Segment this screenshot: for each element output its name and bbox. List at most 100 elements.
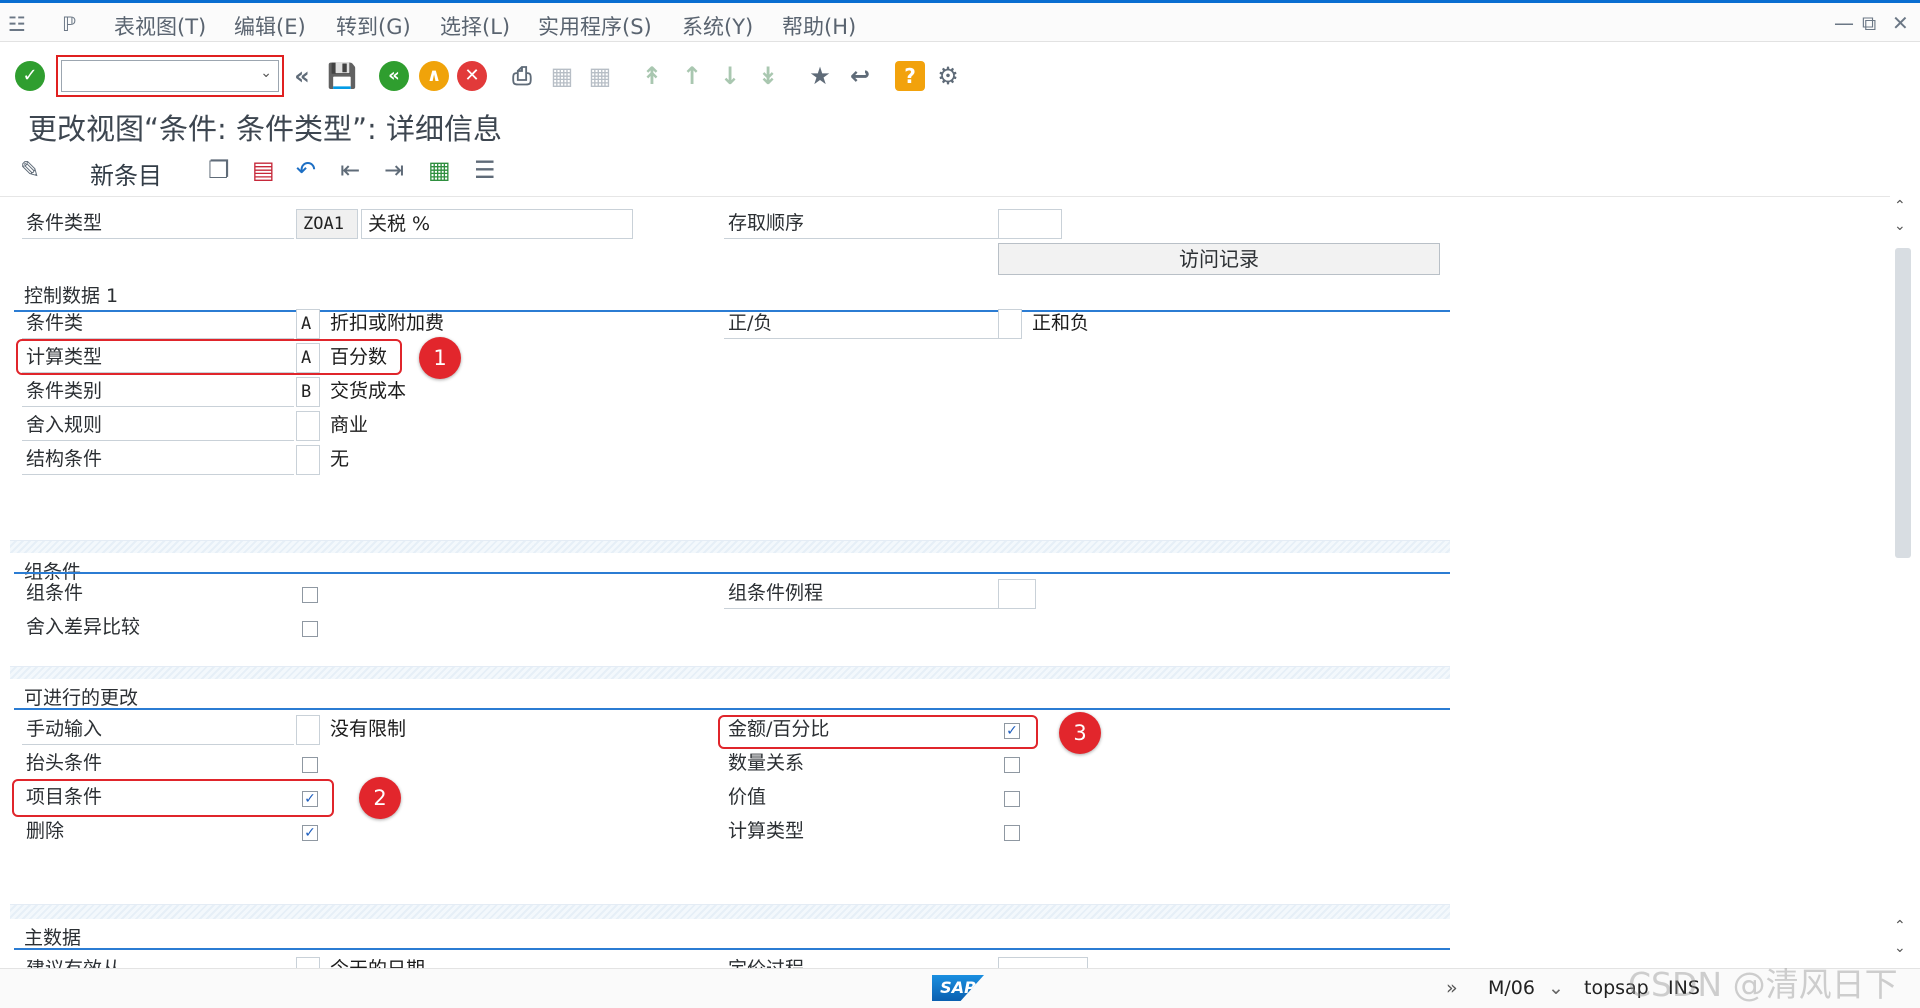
menu-goto[interactable]: 转到(G) [336, 11, 411, 41]
annotation-badge-1: 1 [419, 337, 461, 379]
access-sequence-label: 存取顺序 [724, 209, 998, 239]
group-routine-field[interactable] [998, 579, 1036, 609]
value-label: 价值 [728, 786, 767, 808]
structure-condition-label: 结构条件 [22, 445, 294, 475]
manual-entry-label: 手动输入 [22, 715, 294, 745]
shortcut-icon[interactable]: ↩ [844, 60, 876, 92]
separator [10, 667, 1450, 679]
delete-icon[interactable]: ▤ [252, 156, 275, 184]
save-icon[interactable]: 💾 [326, 60, 358, 92]
help-icon[interactable]: ? [894, 60, 926, 92]
scroll-thumb[interactable] [1895, 248, 1911, 558]
sap-p-icon[interactable]: ℙ [62, 12, 76, 36]
exit-icon[interactable]: ∧ [418, 60, 450, 92]
print-icon[interactable]: ⎙ [506, 60, 538, 92]
restore-icon[interactable]: ⧉ [1862, 11, 1876, 35]
menu-system[interactable]: 系统(Y) [682, 11, 753, 41]
transport-icon[interactable]: ▦ [428, 156, 451, 184]
standard-toolbar: ✓ ⌄ « 💾 « ∧ ✕ ⎙ ▦ ▦ ↟ ↑ ↓ ↡ ★ ↩ ? ⚙ [0, 50, 1920, 106]
chevron-down-icon[interactable]: ⌄ [260, 65, 272, 81]
command-field[interactable]: ⌄ [61, 60, 279, 92]
scroll-up-bottom-icon[interactable]: ⌃ [1894, 918, 1906, 934]
menu-edit[interactable]: 编辑(E) [234, 11, 306, 41]
structure-condition-text: 无 [330, 448, 350, 470]
vertical-scrollbar[interactable]: ⌃ ⌄ ⌃ ⌄ [1892, 196, 1914, 968]
rounding-diff-checkbox[interactable] [302, 621, 318, 637]
condition-category-field[interactable]: B [296, 377, 320, 407]
condition-type-label: 条件类型 [22, 209, 294, 239]
rounding-rule-label: 舍入规则 [22, 411, 294, 441]
condition-category-text: 交货成本 [330, 380, 407, 402]
cancel-icon[interactable]: ✕ [456, 60, 488, 92]
annotation-highlight-1 [16, 339, 402, 375]
calc-type-change-checkbox[interactable] [1004, 825, 1020, 841]
next-page-icon[interactable]: ↓ [714, 60, 746, 92]
pricing-procedure-field[interactable] [998, 957, 1088, 968]
group-condition-group: 组条件 [10, 553, 1450, 667]
manual-entry-field[interactable] [296, 715, 320, 745]
condition-class-text: 折扣或附加费 [330, 312, 445, 334]
menu-table-view[interactable]: 表视图(T) [114, 11, 206, 41]
access-sequence-field[interactable] [998, 209, 1062, 239]
menu-utilities[interactable]: 实用程序(S) [538, 11, 652, 41]
group-divider [14, 572, 1450, 574]
menu-bar: ☳ ℙ 表视图(T) 编辑(E) 转到(G) 选择(L) 实用程序(S) 系统(… [0, 0, 1920, 42]
menu-help[interactable]: 帮助(H) [782, 11, 856, 41]
condition-category-label: 条件类别 [22, 377, 294, 407]
close-window-icon[interactable]: ✕ [1892, 11, 1909, 35]
copy-as-icon[interactable]: ❐ [208, 156, 230, 184]
rounding-rule-field[interactable] [296, 411, 320, 441]
enter-icon[interactable]: ✓ [14, 60, 46, 92]
scroll-down-bottom-icon[interactable]: ⌄ [1894, 940, 1906, 956]
detail-screen: 条件类型 ZOA1 关税 % 存取顺序 访问记录 控制数据 1 条件类 A 折扣… [0, 196, 1890, 968]
plus-minus-label: 正/负 [724, 309, 998, 339]
create-session-icon[interactable]: ★ [804, 60, 836, 92]
settings-icon[interactable]: ⚙ [932, 60, 964, 92]
last-page-icon[interactable]: ↡ [752, 60, 784, 92]
group-routine-label: 组条件例程 [724, 579, 998, 609]
structure-condition-field[interactable] [296, 445, 320, 475]
find-icon[interactable]: ▦ [546, 60, 578, 92]
condition-class-field[interactable]: A [296, 309, 320, 339]
condition-type-code-field[interactable]: ZOA1 [296, 209, 358, 239]
back-icon[interactable]: « [378, 60, 410, 92]
quantity-relation-label: 数量关系 [728, 752, 805, 774]
find-next-icon[interactable]: ▦ [584, 60, 616, 92]
prev-page-icon[interactable]: ↑ [676, 60, 708, 92]
valid-from-field[interactable] [296, 957, 320, 968]
session-info[interactable]: M/06 [1488, 977, 1535, 999]
menu-selection[interactable]: 选择(L) [440, 11, 510, 41]
group-condition-checkbox[interactable] [302, 587, 318, 603]
delete-label: 删除 [26, 820, 65, 842]
command-field-highlight: ⌄ [56, 55, 284, 97]
plus-minus-field[interactable] [998, 309, 1022, 339]
chevron-down-icon[interactable]: ⌄ [1548, 977, 1564, 999]
separator [10, 905, 1450, 919]
minimize-icon[interactable]: — [1834, 11, 1854, 35]
undo-icon[interactable]: ↶ [296, 156, 316, 184]
condition-type-name-field[interactable]: 关税 % [361, 209, 633, 239]
scroll-up-icon[interactable]: ⌃ [1894, 198, 1906, 214]
valid-from-label: 建议有效从 [22, 955, 294, 968]
group-condition-label: 组条件 [26, 582, 84, 604]
display-change-icon[interactable]: ✎ [20, 156, 40, 184]
header-condition-checkbox[interactable] [302, 757, 318, 773]
next-entry-icon[interactable]: ⇥ [384, 156, 404, 184]
where-used-icon[interactable]: ☰ [474, 156, 496, 184]
scroll-down-icon[interactable]: ⌄ [1894, 218, 1906, 234]
application-toolbar: ✎ 新条目 ❐ ▤ ↶ ⇤ ⇥ ▦ ☰ [0, 152, 1920, 192]
back-double-icon[interactable]: « [286, 60, 318, 92]
delete-checkbox[interactable]: ✓ [302, 825, 318, 841]
group-title: 控制数据 1 [24, 285, 119, 307]
new-entries-button[interactable]: 新条目 [90, 156, 162, 191]
first-page-icon[interactable]: ↟ [636, 60, 668, 92]
value-checkbox[interactable] [1004, 791, 1020, 807]
expand-status-icon[interactable]: » [1446, 977, 1458, 999]
page-title: 更改视图“条件: 条件类型”: 详细信息 [28, 112, 503, 146]
group-divider [14, 708, 1450, 710]
system-menu-icon[interactable]: ☳ [8, 12, 26, 36]
quantity-relation-checkbox[interactable] [1004, 757, 1020, 773]
previous-entry-icon[interactable]: ⇤ [340, 156, 360, 184]
group-divider [14, 948, 1450, 950]
records-button[interactable]: 访问记录 [998, 243, 1440, 275]
